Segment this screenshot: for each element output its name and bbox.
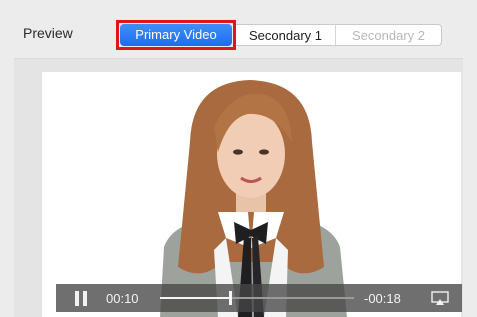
scrubber-handle[interactable]: [228, 291, 232, 305]
video-controls-bar: 00:10 -00:18: [56, 284, 462, 312]
preview-label: Preview: [23, 25, 73, 41]
remaining-time: -00:18: [364, 290, 401, 306]
primary-video-highlight: Primary Video: [116, 20, 236, 50]
airplay-button[interactable]: [428, 286, 452, 310]
tab-primary-video[interactable]: Primary Video: [120, 24, 232, 46]
scrubber-progress: [160, 297, 230, 299]
airplay-icon: [431, 291, 449, 305]
preview-header: Preview Primary Video Secondary 1 Second…: [0, 0, 477, 58]
video-frame-image: [42, 72, 461, 317]
pause-icon: [75, 290, 79, 306]
playback-scrubber[interactable]: [160, 288, 354, 308]
tab-secondary-1[interactable]: Secondary 1: [236, 24, 336, 46]
video-source-segmented-control: Primary Video Secondary 1 Secondary 2: [116, 20, 442, 50]
tab-secondary-2[interactable]: Secondary 2: [336, 24, 442, 46]
pause-button[interactable]: [66, 284, 96, 312]
preview-window: Preview Primary Video Secondary 1 Second…: [0, 0, 477, 317]
elapsed-time: 00:10: [106, 290, 139, 306]
video-viewport[interactable]: [42, 72, 461, 317]
